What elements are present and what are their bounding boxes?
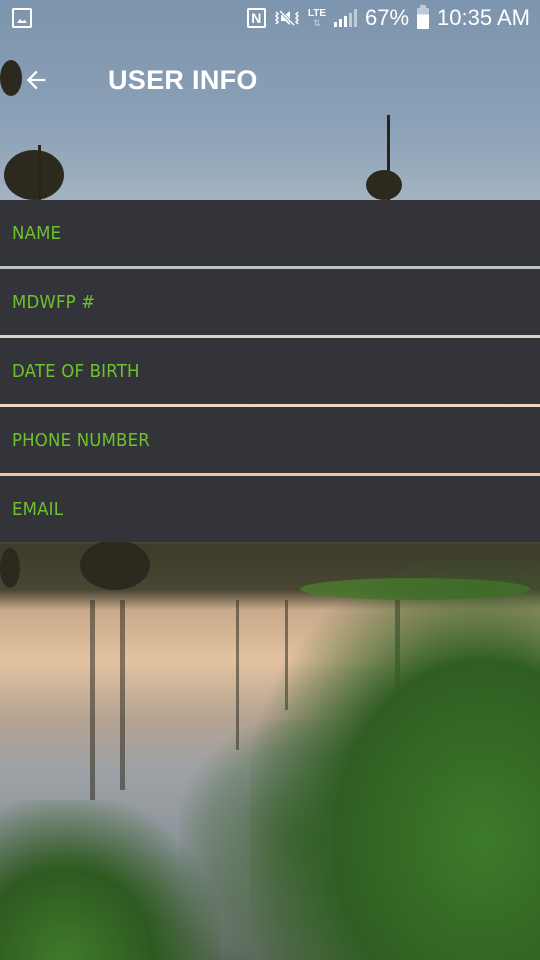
info-row-label: EMAIL [12,498,64,520]
tree-silhouette [0,548,20,588]
user-info-list: NAME MDWFP # DATE OF BIRTH PHONE NUMBER … [0,200,540,545]
tree-trunk [38,145,41,200]
arrow-left-icon [26,70,46,90]
gallery-icon [12,8,32,28]
page-title: USER INFO [108,64,258,95]
battery-icon [417,4,430,29]
info-row-label: NAME [12,222,62,244]
app-bar: USER INFO [0,46,540,114]
lte-icon: LTE ⇅ [307,7,326,28]
data-arrows-icon: ⇅ [313,17,321,28]
signal-icon [334,9,357,27]
vibrate-mute-icon [274,8,300,28]
grass-right [250,560,540,960]
info-row-label: DATE OF BIRTH [12,360,140,382]
tree-reflection [90,600,95,800]
info-row-mdwfp[interactable]: MDWFP # [0,269,540,335]
info-row-email[interactable]: EMAIL [0,476,540,542]
status-bar: N LTE ⇅ 67% 10:35 AM [0,0,540,36]
back-button[interactable] [8,52,64,108]
tree-reflection [120,600,125,790]
battery-percent: 67% [365,5,410,30]
info-row-label: PHONE NUMBER [12,429,150,451]
grass-left [0,800,220,960]
tree-silhouette [4,150,64,200]
tree-silhouette [366,170,402,200]
nfc-icon: N [246,8,266,28]
info-row-name[interactable]: NAME [0,200,540,266]
clock: 10:35 AM [437,5,530,30]
info-row-label: MDWFP # [12,291,96,313]
info-row-date-of-birth[interactable]: DATE OF BIRTH [0,338,540,404]
info-row-phone-number[interactable]: PHONE NUMBER [0,407,540,473]
tree-silhouette [80,540,150,590]
